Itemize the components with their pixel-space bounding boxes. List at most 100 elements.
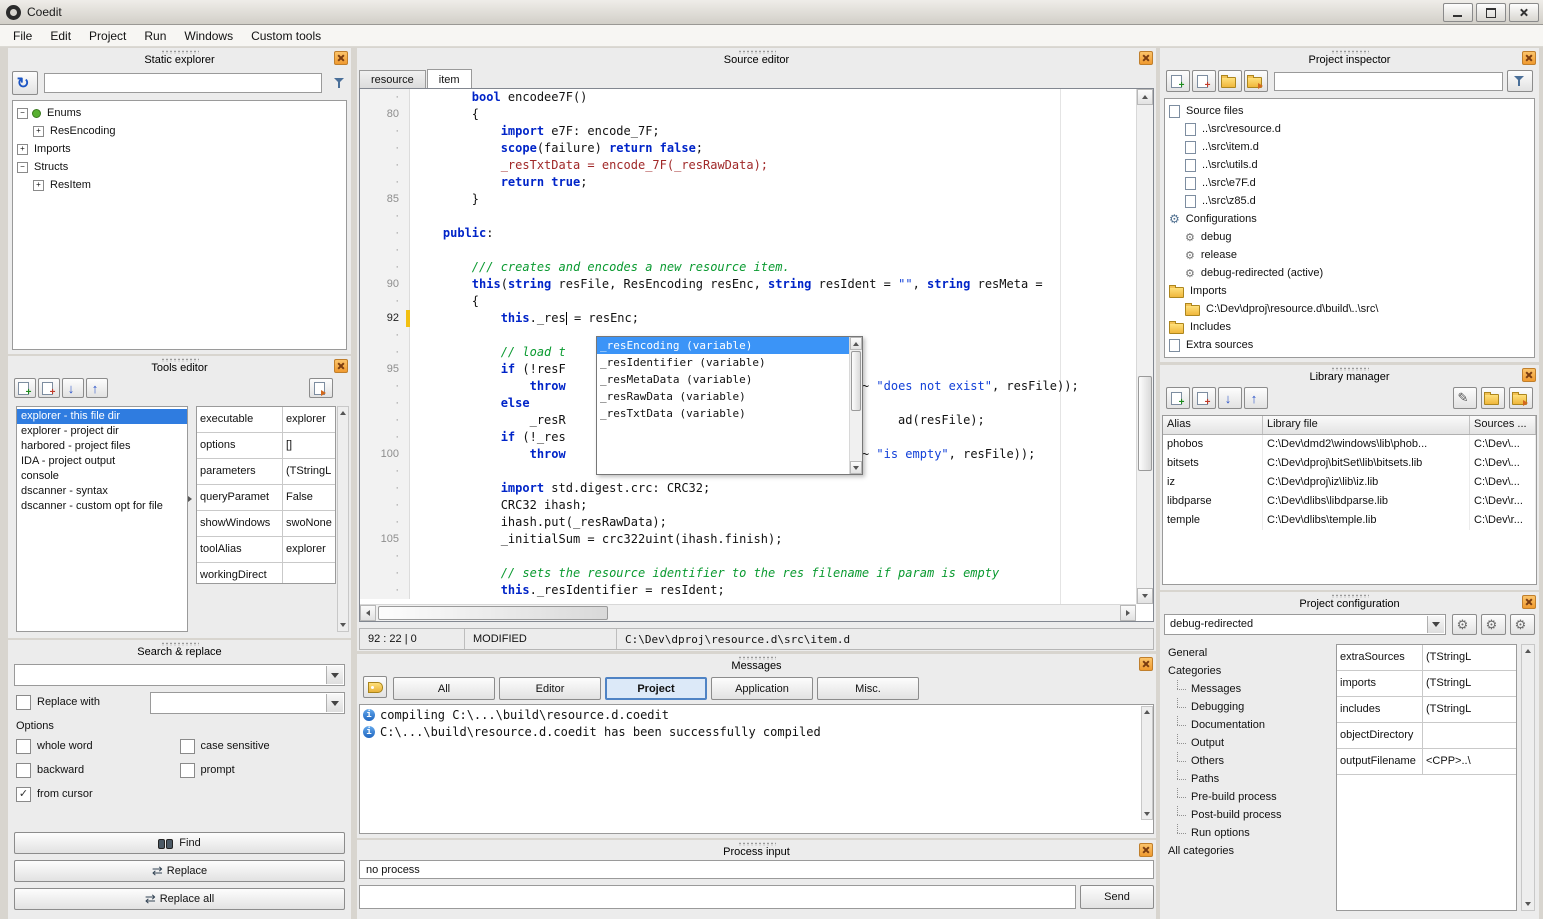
column-header[interactable]: Library file [1263, 416, 1470, 434]
replace-button[interactable]: Replace [14, 860, 345, 882]
checkbox-from-cursor[interactable]: from cursor [16, 782, 180, 806]
expand-icon[interactable] [33, 126, 44, 137]
tree-item[interactable]: Source files [1165, 102, 1534, 120]
category-item[interactable]: Paths [1164, 770, 1326, 788]
category-item[interactable]: Debugging [1164, 698, 1326, 716]
code-line[interactable]: · this._resIdentifier = resIdent; [360, 582, 1136, 599]
code-line[interactable]: · import std.digest.crc: CRC32; [360, 480, 1136, 497]
checkbox[interactable] [16, 763, 31, 778]
property-value[interactable]: (TStringL [1423, 671, 1516, 696]
checkbox[interactable] [16, 739, 31, 754]
code-line[interactable]: · ihash.put(_resRawData); [360, 514, 1136, 531]
tree-item[interactable]: ..\src\utils.d [1165, 156, 1534, 174]
completion-item[interactable]: _resEncoding (variable) [597, 337, 849, 354]
move-up-button[interactable] [86, 378, 108, 398]
table-row[interactable]: templeC:\Dev\dlibs\temple.libC:\Dev\r... [1163, 511, 1536, 530]
combo-dropdown-button[interactable] [1427, 616, 1444, 633]
property-value[interactable]: (TStringL [1423, 645, 1516, 670]
category-item[interactable]: General [1164, 644, 1326, 662]
list-item[interactable]: IDA - project output [17, 454, 187, 469]
collapse-icon[interactable] [17, 162, 28, 173]
tree-item[interactable]: ResItem [13, 176, 346, 194]
add-tool-button[interactable] [14, 378, 36, 398]
column-header[interactable]: Sources ... [1470, 416, 1536, 434]
find-button[interactable]: Find [14, 832, 345, 854]
panel-close-icon[interactable] [1139, 657, 1153, 671]
tree-item[interactable]: release [1165, 246, 1534, 264]
completion-item[interactable]: _resRawData (variable) [597, 388, 849, 405]
menu-run[interactable]: Run [135, 26, 175, 46]
checkbox-whole-word[interactable]: whole word [16, 734, 180, 758]
process-input-field[interactable] [359, 885, 1076, 909]
tree-item[interactable]: Imports [13, 140, 346, 158]
code-line[interactable]: · import e7F: encode_7F; [360, 123, 1136, 140]
category-item[interactable]: Run options [1164, 824, 1326, 842]
property-row[interactable]: showWindowsswoNone [197, 511, 335, 537]
sync-configuration-button[interactable] [1510, 614, 1535, 635]
library-open-file-button[interactable] [1481, 387, 1505, 409]
configuration-scrollbar[interactable] [1521, 644, 1535, 911]
property-value[interactable]: (TStringL [1423, 697, 1516, 722]
code-line[interactable]: 92 this._res = resEnc; [360, 310, 1136, 327]
scroll-up-icon[interactable] [1137, 89, 1153, 105]
property-value[interactable]: swoNone [283, 511, 335, 536]
property-value[interactable]: [] [283, 433, 335, 458]
add-configuration-button[interactable] [1452, 614, 1477, 635]
filter-icon[interactable] [334, 77, 346, 89]
menu-project[interactable]: Project [80, 26, 135, 46]
property-row[interactable]: executableexplorer [197, 407, 335, 433]
scroll-right-icon[interactable] [1120, 605, 1136, 621]
tree-item[interactable]: ..\src\item.d [1165, 138, 1534, 156]
list-item[interactable]: dscanner - custom opt for file [17, 499, 187, 514]
property-row[interactable]: imports(TStringL [1337, 671, 1516, 697]
scrollbar-thumb[interactable] [1138, 376, 1152, 471]
property-row[interactable]: outputFilename<CPP>..\ [1337, 749, 1516, 775]
filter-button[interactable] [1507, 70, 1533, 92]
completion-item[interactable]: _resMetaData (variable) [597, 371, 849, 388]
expand-icon[interactable] [17, 144, 28, 155]
messages-vertical-scrollbar[interactable] [1141, 706, 1153, 820]
property-value[interactable] [283, 563, 335, 584]
replace-term-input[interactable] [151, 693, 328, 711]
property-value[interactable] [1423, 723, 1516, 748]
tree-item[interactable]: ..\src\resource.d [1165, 120, 1534, 138]
tree-item[interactable]: Includes [1165, 318, 1534, 336]
panel-close-icon[interactable] [1139, 843, 1153, 857]
code-line[interactable]: 90 this(string resFile, ResEncoding resE… [360, 276, 1136, 293]
panel-close-icon[interactable] [1522, 368, 1536, 382]
menu-windows[interactable]: Windows [175, 26, 242, 46]
refresh-button[interactable] [12, 71, 38, 95]
checkbox[interactable] [180, 739, 195, 754]
code-line[interactable]: · scope(failure) return false; [360, 140, 1136, 157]
vertical-scrollbar[interactable] [337, 406, 349, 632]
scrollbar-thumb[interactable] [851, 351, 861, 411]
tree-item[interactable]: ..\src\e7F.d [1165, 174, 1534, 192]
tree-item[interactable]: debug-redirected (active) [1165, 264, 1534, 282]
tree-item[interactable]: Configurations [1165, 210, 1534, 228]
remove-library-button[interactable] [1192, 387, 1216, 409]
panel-close-icon[interactable] [1139, 51, 1153, 65]
message-row[interactable]: compiling C:\...\build\resource.d.coedit [360, 707, 1153, 724]
inspector-filter-input[interactable] [1274, 72, 1503, 91]
library-open-folder-button[interactable] [1509, 387, 1533, 409]
code-line[interactable]: · CRC32 ihash; [360, 497, 1136, 514]
code-line[interactable]: · return true; [360, 174, 1136, 191]
remove-configuration-button[interactable] [1481, 614, 1506, 635]
property-row[interactable]: includes(TStringL [1337, 697, 1516, 723]
tree-item[interactable]: ..\src\z85.d [1165, 192, 1534, 210]
menu-file[interactable]: File [4, 26, 41, 46]
panel-close-icon[interactable] [1522, 51, 1536, 65]
list-item[interactable]: console [17, 469, 187, 484]
completion-item[interactable]: _resTxtData (variable) [597, 405, 849, 422]
column-header[interactable]: Alias [1163, 416, 1263, 434]
replace-with-checkbox[interactable]: Replace with [16, 690, 100, 714]
code-line[interactable]: · /// creates and encodes a new resource… [360, 259, 1136, 276]
table-row[interactable]: phobosC:\Dev\dmd2\windows\lib\phob...C:\… [1163, 435, 1536, 454]
table-row[interactable]: libdparseC:\Dev\dlibs\libdparse.libC:\De… [1163, 492, 1536, 511]
category-item[interactable]: Messages [1164, 680, 1326, 698]
list-item[interactable]: dscanner - syntax [17, 484, 187, 499]
list-item[interactable]: explorer - this file dir [17, 409, 187, 424]
property-value[interactable]: explorer [283, 537, 335, 562]
search-term-input[interactable] [15, 665, 328, 683]
code-line[interactable]: 85 } [360, 191, 1136, 208]
